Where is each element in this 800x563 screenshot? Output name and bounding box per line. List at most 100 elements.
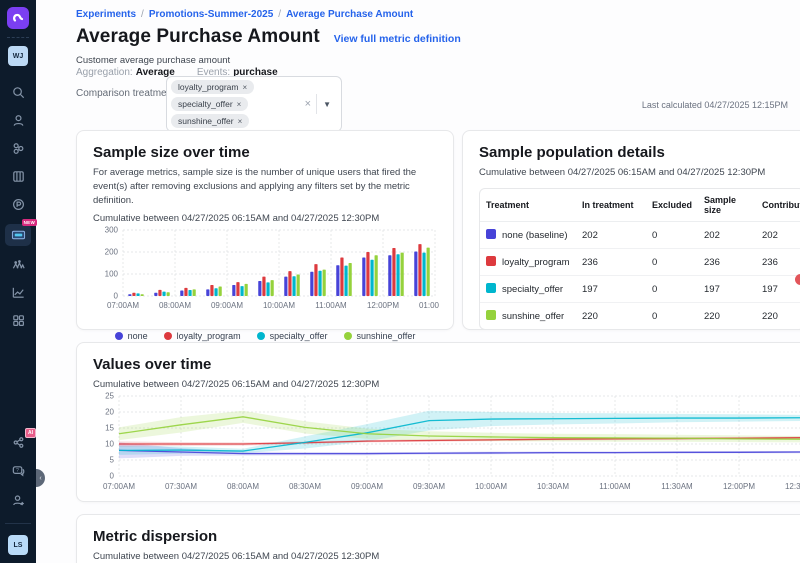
treatment-chip[interactable]: specialty_offer × bbox=[171, 97, 248, 111]
treatment-chip-label: specialty_offer bbox=[178, 99, 233, 109]
svg-text:11:00AM: 11:00AM bbox=[315, 301, 347, 310]
values-over-time-card: Values over time Cumulative between 04/2… bbox=[76, 342, 800, 502]
svg-text:5: 5 bbox=[110, 456, 115, 465]
legend-label: none bbox=[128, 331, 148, 341]
columns-icon[interactable] bbox=[7, 166, 29, 186]
values-title: Values over time bbox=[93, 356, 800, 373]
invite-user-icon[interactable] bbox=[7, 490, 29, 510]
svg-text:100: 100 bbox=[105, 270, 119, 279]
user-avatar[interactable]: LS bbox=[8, 535, 28, 555]
treatment-name-cell: none (baseline) bbox=[480, 222, 576, 249]
new-badge: NEW bbox=[22, 219, 37, 226]
svg-text:10:00AM: 10:00AM bbox=[263, 301, 295, 310]
table-row: sunshine_offer2200220220 bbox=[480, 303, 800, 330]
chevron-down-icon[interactable]: ▼ bbox=[317, 100, 337, 109]
sample-size-bar-chart[interactable]: 010020030007:00AM08:00AM09:00AM10:00AM11… bbox=[93, 224, 439, 324]
breadcrumb-separator: / bbox=[141, 9, 144, 20]
aggregation-label: Aggregation: bbox=[76, 67, 133, 78]
table-row: none (baseline)2020202202 bbox=[480, 222, 800, 249]
svg-text:01:00PM: 01:00PM bbox=[419, 301, 439, 310]
svg-text:0: 0 bbox=[110, 472, 115, 481]
help-chat-icon[interactable]: ? bbox=[7, 461, 29, 481]
legend-item[interactable]: loyalty_program bbox=[164, 331, 241, 341]
legend-dot bbox=[164, 332, 172, 340]
treatment-color-swatch bbox=[486, 229, 496, 239]
edge-notification-dot[interactable] bbox=[795, 274, 800, 285]
dispersion-cumulative: Cumulative between 04/27/2025 06:15AM an… bbox=[93, 551, 800, 562]
breadcrumb: Experiments/Promotions-Summer-2025/Avera… bbox=[76, 9, 413, 20]
sample-size-cumulative: Cumulative between 04/27/2025 06:15AM an… bbox=[93, 213, 437, 224]
svg-text:09:00AM: 09:00AM bbox=[211, 301, 243, 310]
sidebar-divider bbox=[7, 37, 29, 38]
dashboards-grid-icon[interactable] bbox=[7, 310, 29, 330]
treatment-chip[interactable]: loyalty_program× bbox=[171, 80, 254, 94]
search-icon[interactable] bbox=[7, 82, 29, 102]
bar-chart-legend: none loyalty_program specialty_offer sunshi… bbox=[93, 331, 437, 341]
table-header: Contributors bbox=[756, 189, 800, 222]
metric-subtitle: Customer average purchase amount bbox=[76, 55, 230, 66]
sidebar-item-active[interactable]: NEW bbox=[5, 224, 31, 246]
svg-text:15: 15 bbox=[105, 424, 114, 433]
sample-size-cell: 236 bbox=[698, 249, 756, 276]
in-treatment-cell: 236 bbox=[576, 249, 646, 276]
treatment-multiselect[interactable]: loyalty_program×specialty_offer×sunshine… bbox=[166, 76, 342, 132]
values-line-chart[interactable]: 051015202507:00AM07:30AM08:00AM08:30AM09… bbox=[93, 390, 800, 494]
breadcrumb-item[interactable]: Promotions-Summer-2025 bbox=[149, 9, 273, 20]
sample-size-cell: 202 bbox=[698, 222, 756, 249]
sample-size-cell: 220 bbox=[698, 303, 756, 330]
banner-icon bbox=[11, 229, 26, 241]
treatment-color-swatch bbox=[486, 310, 496, 320]
svg-text:12:00PM: 12:00PM bbox=[367, 301, 399, 310]
workspace-avatar[interactable]: WJ bbox=[8, 46, 28, 66]
excluded-cell: 0 bbox=[646, 276, 698, 303]
sample-size-card: Sample size over time For average metric… bbox=[76, 130, 454, 330]
sample-size-cell: 197 bbox=[698, 276, 756, 303]
contributors-cell: 197 bbox=[756, 276, 800, 303]
treatment-name-cell: specialty_offer bbox=[480, 276, 576, 303]
clear-all-icon[interactable]: × bbox=[300, 98, 316, 110]
treatment-chip-label: sunshine_offer bbox=[178, 116, 234, 126]
breadcrumb-item[interactable]: Experiments bbox=[76, 9, 136, 20]
breadcrumb-item[interactable]: Average Purchase Amount bbox=[286, 9, 413, 20]
svg-text:?: ? bbox=[15, 468, 18, 474]
dispersion-title: Metric dispersion bbox=[93, 528, 800, 545]
population-cumulative: Cumulative between 04/27/2025 06:15AM an… bbox=[479, 167, 800, 178]
legend-item[interactable]: specialty_offer bbox=[257, 331, 328, 341]
table-row: specialty_offer1970197197 bbox=[480, 276, 800, 303]
values-cumulative: Cumulative between 04/27/2025 06:15AM an… bbox=[93, 379, 800, 390]
users-icon[interactable] bbox=[7, 110, 29, 130]
svg-text:09:00AM: 09:00AM bbox=[351, 482, 383, 491]
chip-remove-icon[interactable]: × bbox=[237, 100, 242, 109]
sidebar-bottom-divider bbox=[5, 523, 31, 524]
svg-text:0: 0 bbox=[114, 292, 119, 301]
line-chart-icon[interactable] bbox=[7, 282, 29, 302]
metric-definition-link[interactable]: View full metric definition bbox=[334, 33, 461, 45]
pulse-icon[interactable] bbox=[7, 194, 29, 214]
svg-text:11:30AM: 11:30AM bbox=[661, 482, 693, 491]
table-header: Excluded bbox=[646, 189, 698, 222]
excluded-cell: 0 bbox=[646, 303, 698, 330]
legend-label: loyalty_program bbox=[177, 331, 241, 341]
chip-remove-icon[interactable]: × bbox=[238, 117, 243, 126]
svg-text:25: 25 bbox=[105, 392, 114, 401]
main-content: Experiments/Promotions-Summer-2025/Avera… bbox=[36, 0, 800, 563]
nodes-icon[interactable] bbox=[7, 138, 29, 158]
table-header: Treatment bbox=[480, 189, 576, 222]
ai-assistant-icon[interactable]: AI bbox=[7, 432, 29, 452]
population-table: TreatmentIn treatmentExcludedSample size… bbox=[479, 188, 800, 330]
chip-remove-icon[interactable]: × bbox=[242, 83, 247, 92]
treatment-name-cell: loyalty_program bbox=[480, 249, 576, 276]
svg-text:10:30AM: 10:30AM bbox=[537, 482, 569, 491]
contributors-cell: 202 bbox=[756, 222, 800, 249]
app-logo-icon[interactable] bbox=[7, 7, 29, 29]
holdouts-icon[interactable] bbox=[7, 254, 29, 274]
legend-dot bbox=[115, 332, 123, 340]
table-header: Sample size bbox=[698, 189, 756, 222]
treatment-name-cell: sunshine_offer bbox=[480, 303, 576, 330]
legend-item[interactable]: sunshine_offer bbox=[344, 331, 416, 341]
excluded-cell: 0 bbox=[646, 249, 698, 276]
page-title: Average Purchase Amount bbox=[76, 26, 320, 48]
treatment-chip[interactable]: sunshine_offer × bbox=[171, 114, 249, 128]
legend-item[interactable]: none bbox=[115, 331, 148, 341]
sample-size-title: Sample size over time bbox=[93, 144, 437, 161]
